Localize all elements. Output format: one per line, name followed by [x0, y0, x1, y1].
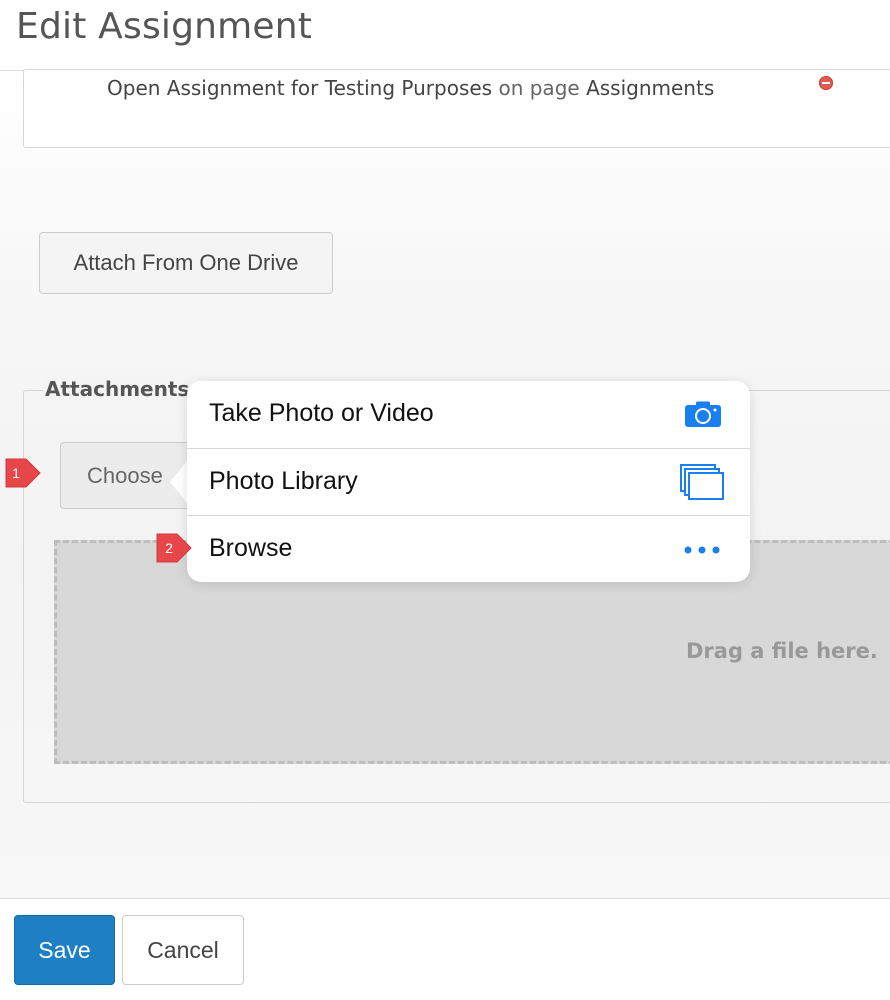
main-content: Open Assignment for Testing Purposes on … [0, 69, 890, 898]
remove-icon[interactable] [819, 76, 833, 90]
more-icon [684, 546, 720, 554]
camera-icon [685, 401, 721, 427]
drop-zone-text: Drag a file here. [686, 639, 878, 663]
menu-item-photo-library[interactable]: Photo Library [187, 448, 750, 516]
menu-item-label: Take Photo or Video [209, 399, 434, 427]
linked-assignment-text: Open Assignment for Testing Purposes on … [107, 76, 714, 100]
upload-source-popover: Take Photo or Video Photo Library Browse [187, 381, 750, 582]
page-header: Edit Assignment [0, 0, 890, 71]
attach-onedrive-button[interactable]: Attach From One Drive [39, 232, 333, 294]
photo-library-icon [680, 464, 724, 500]
attachments-legend: Attachments [43, 377, 192, 401]
linked-connector: on page [498, 76, 580, 100]
menu-item-label: Photo Library [209, 467, 358, 495]
linked-assignment-card: Open Assignment for Testing Purposes on … [23, 69, 890, 148]
callout-number: 2 [165, 540, 173, 556]
menu-item-take-photo[interactable]: Take Photo or Video [187, 381, 750, 448]
menu-item-label: Browse [209, 534, 293, 562]
linked-assignment-name[interactable]: Open Assignment for Testing Purposes [107, 76, 492, 100]
callout-badge-2: 2 [156, 533, 192, 563]
popover-arrow [170, 460, 188, 504]
cancel-button[interactable]: Cancel [122, 915, 244, 985]
menu-item-browse[interactable]: Browse [187, 515, 750, 583]
page-title: Edit Assignment [16, 6, 313, 47]
save-button[interactable]: Save [14, 915, 115, 985]
form-footer: Save Cancel [0, 898, 890, 1000]
callout-number: 1 [12, 465, 20, 481]
linked-page-name[interactable]: Assignments [586, 76, 714, 100]
callout-badge-1: 1 [5, 458, 41, 488]
